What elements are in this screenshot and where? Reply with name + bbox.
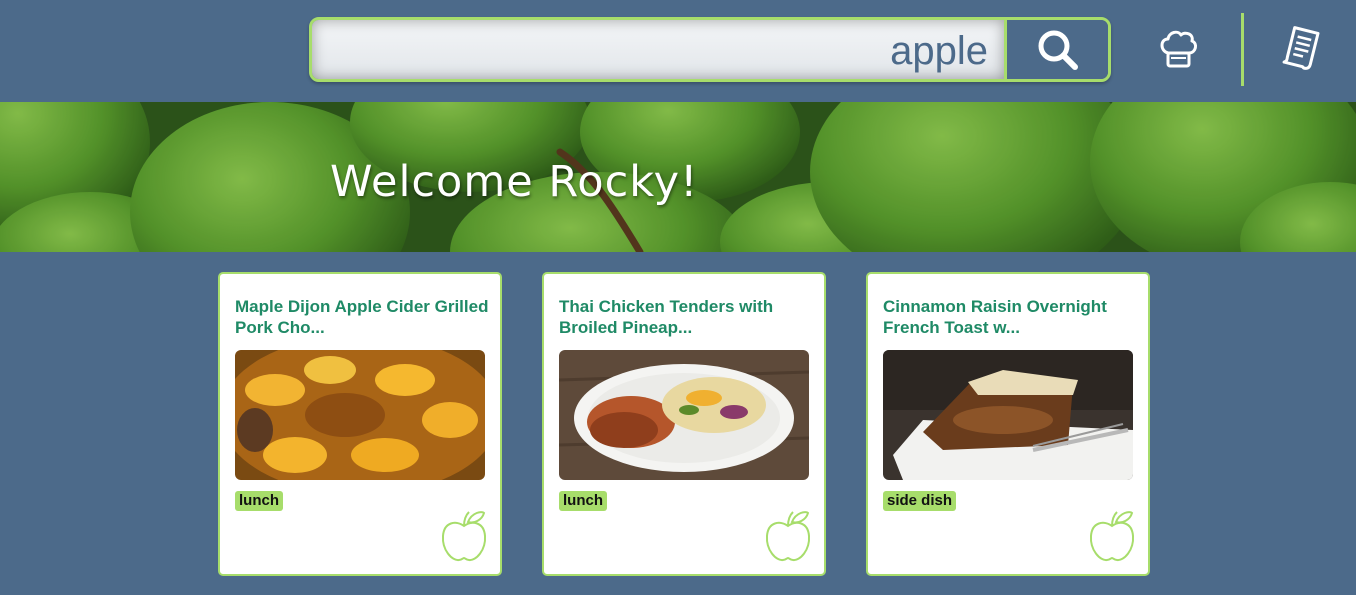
apple-button[interactable]	[438, 508, 490, 564]
recipe-card[interactable]: Thai Chicken Tenders with Broiled Pineap…	[542, 272, 826, 576]
hero-banner: Welcome Rocky!	[0, 102, 1356, 252]
search-input[interactable]	[312, 20, 1004, 79]
apple-button[interactable]	[1086, 508, 1138, 564]
recipe-tag: lunch	[235, 491, 283, 511]
top-bar	[0, 0, 1356, 102]
apple-icon	[1089, 511, 1135, 562]
recipe-image[interactable]	[235, 350, 485, 480]
recipe-tag: lunch	[559, 491, 607, 511]
recipe-image[interactable]	[883, 350, 1133, 480]
header-divider	[1241, 13, 1244, 86]
recipe-title[interactable]: Thai Chicken Tenders with Broiled Pineap…	[559, 296, 814, 338]
recipe-list-icon	[1282, 26, 1320, 70]
search-bar	[309, 17, 1111, 82]
chef-button[interactable]	[1152, 24, 1204, 74]
recipe-card[interactable]: Maple Dijon Apple Cider Grilled Pork Cho…	[218, 272, 502, 576]
chef-hat-icon	[1160, 30, 1198, 68]
welcome-heading: Welcome Rocky!	[330, 157, 699, 207]
recipe-tag: side dish	[883, 491, 957, 511]
recipe-list-button[interactable]	[1276, 22, 1328, 74]
search-icon	[1038, 30, 1078, 70]
apple-button[interactable]	[762, 508, 814, 564]
recipe-title[interactable]: Maple Dijon Apple Cider Grilled Pork Cho…	[235, 296, 490, 338]
search-button[interactable]	[1004, 20, 1108, 79]
recipe-card[interactable]: Cinnamon Raisin Overnight French Toast w…	[866, 272, 1150, 576]
apple-icon	[441, 511, 487, 562]
recipe-title[interactable]: Cinnamon Raisin Overnight French Toast w…	[883, 296, 1138, 338]
recipe-image[interactable]	[559, 350, 809, 480]
apple-icon	[765, 511, 811, 562]
